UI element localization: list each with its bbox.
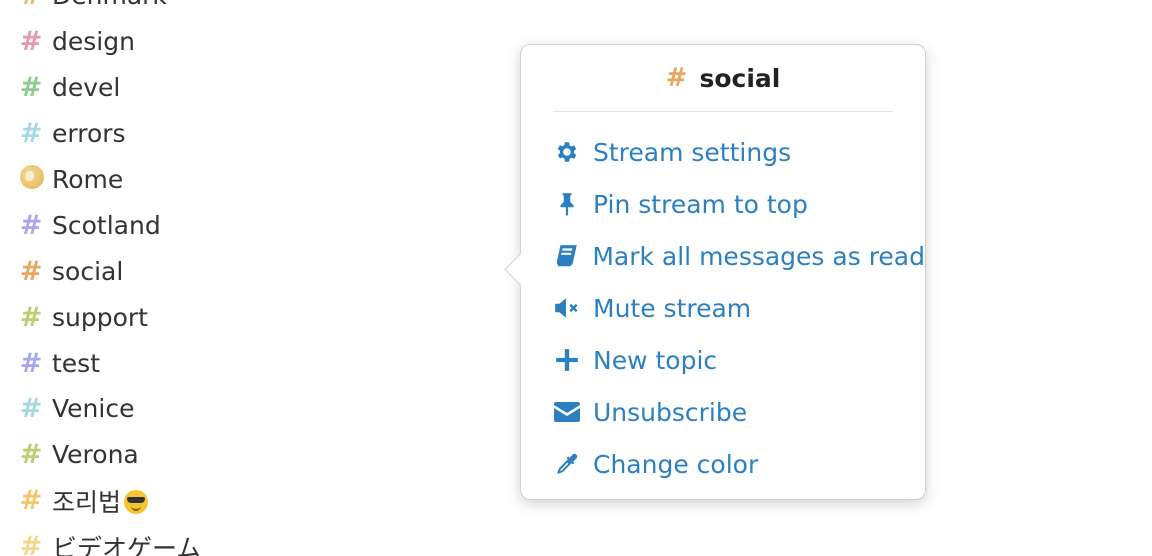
menu-item-mark-all-read[interactable]: Mark all messages as read: [553, 230, 925, 282]
stream-name: Venice: [52, 394, 135, 424]
stream-name: support: [52, 302, 148, 332]
menu-item-change-color[interactable]: Change color: [553, 438, 925, 490]
stream-item-design[interactable]: # design: [16, 19, 201, 65]
stream-item-recipes[interactable]: # 조리법: [16, 478, 201, 524]
page: # Denmark # design # devel # errors Rome…: [0, 0, 1152, 556]
stream-item-verona[interactable]: # Verona: [16, 432, 201, 478]
hash-icon: #: [16, 0, 46, 9]
menu-label: Change color: [593, 449, 759, 479]
stream-item-scotland[interactable]: # Scotland: [16, 202, 201, 248]
hash-icon: #: [19, 301, 43, 333]
menu-label: New topic: [593, 345, 718, 375]
hash-icon: #: [19, 26, 43, 58]
plus-icon: [553, 346, 581, 374]
stream-name: errors: [52, 119, 126, 149]
hash-icon: #: [19, 118, 43, 150]
menu-label: Unsubscribe: [593, 397, 748, 427]
stream-item-denmark[interactable]: # Denmark: [16, 0, 201, 19]
popover-menu: Stream settings Pin stream to top Mark a…: [521, 126, 925, 490]
stream-item-venice[interactable]: # Venice: [16, 386, 201, 432]
stream-item-social[interactable]: # social: [16, 248, 201, 294]
envelope-icon: [553, 398, 581, 426]
hash-icon: #: [19, 347, 43, 379]
book-icon: [553, 242, 580, 270]
stream-name: social: [52, 256, 124, 286]
hash-icon: #: [19, 439, 43, 471]
stream-item-errors[interactable]: # errors: [16, 111, 201, 157]
menu-item-stream-settings[interactable]: Stream settings: [553, 126, 925, 178]
hash-icon: #: [19, 209, 43, 241]
popover-title: social: [699, 63, 781, 93]
menu-item-unsubscribe[interactable]: Unsubscribe: [553, 386, 925, 438]
hash-icon: #: [19, 531, 43, 556]
stream-name: ビデオゲーム: [52, 533, 202, 556]
stream-name: Rome: [52, 165, 124, 194]
hash-icon: #: [19, 485, 43, 517]
sunglasses-emoji: [124, 489, 149, 514]
stream-name: Denmark: [52, 0, 167, 10]
hash-icon: #: [19, 72, 43, 104]
stream-item-videogames[interactable]: # ビデオゲーム: [16, 524, 202, 556]
menu-item-new-topic[interactable]: New topic: [553, 334, 925, 386]
stream-item-rome[interactable]: Rome: [16, 157, 201, 203]
pin-icon: [553, 190, 581, 218]
mute-icon: [553, 294, 581, 322]
stream-name: design: [52, 27, 135, 57]
menu-item-mute-stream[interactable]: Mute stream: [553, 282, 925, 334]
stream-name: devel: [52, 73, 121, 103]
menu-label: Mark all messages as read: [592, 241, 925, 271]
stream-item-test[interactable]: # test: [16, 340, 201, 386]
stream-name: 조리법: [52, 483, 149, 519]
menu-item-pin-stream[interactable]: Pin stream to top: [553, 178, 925, 230]
menu-label: Pin stream to top: [593, 189, 808, 219]
stream-name: Verona: [52, 440, 139, 470]
stream-popover: # social Stream settings Pin stream to t…: [504, 44, 926, 500]
menu-label: Stream settings: [593, 137, 792, 167]
stream-name: test: [52, 348, 101, 378]
popover-header: # social: [553, 45, 893, 112]
globe-icon: [16, 165, 46, 194]
gear-icon: [553, 138, 581, 166]
eyedropper-icon: [553, 450, 581, 478]
stream-name: Scotland: [52, 210, 161, 240]
stream-item-devel[interactable]: # devel: [16, 65, 201, 111]
menu-label: Mute stream: [593, 293, 752, 323]
stream-list: # Denmark # design # devel # errors Rome…: [16, 0, 201, 556]
hash-icon: #: [665, 63, 688, 93]
hash-icon: #: [19, 255, 43, 287]
hash-icon: #: [19, 393, 43, 425]
stream-item-support[interactable]: # support: [16, 294, 201, 340]
